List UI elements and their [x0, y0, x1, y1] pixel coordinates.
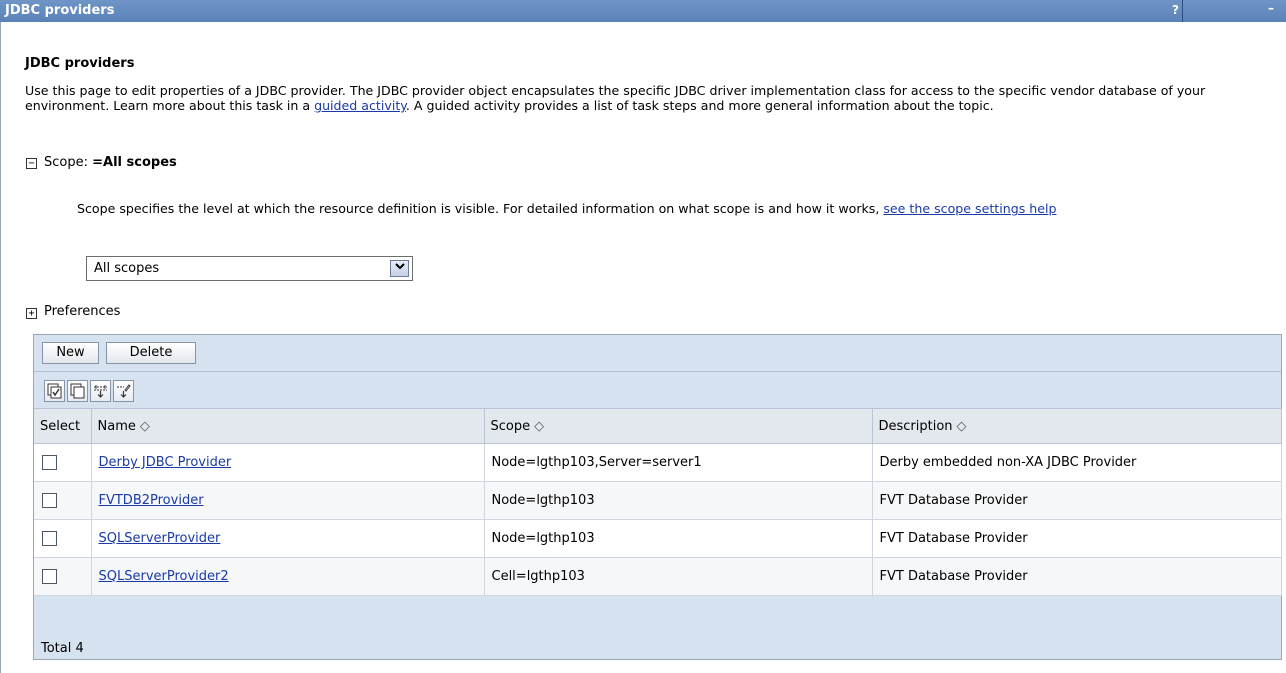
provider-name-link[interactable]: SQLServerProvider: [99, 531, 221, 546]
description-text-end: . A guided activity provides a list of t…: [405, 98, 994, 113]
scope-select-value: All scopes: [94, 261, 160, 276]
show-filter-icon[interactable]: [90, 380, 111, 402]
content-border: [0, 22, 1, 673]
column-header-description[interactable]: Description ◇: [872, 408, 1282, 444]
delete-button[interactable]: Delete: [106, 342, 196, 364]
scope-cell: Node=lgthp103: [484, 519, 873, 558]
page-description: Use this page to edit properties of a JD…: [25, 83, 1277, 113]
providers-table: Select Name ◇ Scope ◇ Description ◇ Derby J…: [34, 408, 1282, 596]
scope-header-label: Scope: [490, 418, 531, 434]
row-checkbox[interactable]: [42, 569, 57, 584]
scope-cell: Cell=lgthp103: [484, 557, 873, 596]
scope-label[interactable]: Scope: =All scopes: [44, 155, 177, 170]
scope-cell: Node=lgthp103: [484, 481, 873, 520]
table-row: Derby JDBC Provider Node=lgthp103,Server…: [34, 443, 1282, 482]
help-icon[interactable]: ?: [1172, 3, 1179, 17]
description-cell: FVT Database Provider: [872, 481, 1282, 520]
table-header-row: Select Name ◇ Scope ◇ Description ◇: [34, 408, 1282, 444]
select-cell: [34, 443, 92, 482]
column-header-select: Select: [34, 408, 92, 444]
scope-current-value: =All scopes: [92, 155, 177, 170]
preferences-label[interactable]: Preferences: [44, 304, 120, 319]
window-title: JDBC providers: [5, 3, 115, 18]
scope-select[interactable]: All scopes: [86, 256, 413, 281]
scope-cell: Node=lgthp103,Server=server1: [484, 443, 873, 482]
provider-name-link[interactable]: Derby JDBC Provider: [99, 455, 232, 470]
scope-collapse-icon[interactable]: −: [26, 158, 37, 169]
scope-help-text: Scope specifies the level at which the r…: [77, 200, 1157, 217]
select-all-icon[interactable]: [44, 380, 65, 402]
table-total: Total 4: [41, 641, 84, 656]
table-row: SQLServerProvider Node=lgthp103 FVT Data…: [34, 519, 1282, 558]
new-button[interactable]: New: [42, 342, 99, 364]
table-row: SQLServerProvider2 Cell=lgthp103 FVT Dat…: [34, 557, 1282, 596]
sort-icon[interactable]: ◇: [140, 419, 150, 434]
title-bar: JDBC providers ? –: [0, 0, 1286, 22]
row-checkbox[interactable]: [42, 531, 57, 546]
description-cell: FVT Database Provider: [872, 519, 1282, 558]
select-header-label: Select: [40, 418, 81, 434]
providers-table-panel: New Delete Select Name ◇ Scope ◇ Descrip…: [33, 334, 1282, 660]
name-cell: Derby JDBC Provider: [91, 443, 485, 482]
description-cell: FVT Database Provider: [872, 557, 1282, 596]
minimize-icon[interactable]: –: [1268, 1, 1274, 15]
table-row: FVTDB2Provider Node=lgthp103 FVT Databas…: [34, 481, 1282, 520]
provider-name-link[interactable]: SQLServerProvider2: [99, 569, 229, 584]
name-cell: SQLServerProvider: [91, 519, 485, 558]
column-header-name[interactable]: Name ◇: [91, 408, 485, 444]
preferences-expand-icon[interactable]: +: [26, 308, 37, 319]
page-title: JDBC providers: [25, 56, 135, 71]
chevron-down-icon[interactable]: [390, 260, 409, 277]
name-header-label: Name: [97, 418, 136, 434]
sort-icon[interactable]: ◇: [534, 419, 544, 434]
select-cell: [34, 519, 92, 558]
column-header-scope[interactable]: Scope ◇: [484, 408, 873, 444]
select-cell: [34, 557, 92, 596]
clear-filter-icon[interactable]: [113, 380, 134, 402]
toolbar-divider: [34, 371, 1281, 372]
scope-label-text: Scope:: [44, 155, 93, 170]
provider-name-link[interactable]: FVTDB2Provider: [99, 493, 204, 508]
row-checkbox[interactable]: [42, 455, 57, 470]
name-cell: FVTDB2Provider: [91, 481, 485, 520]
row-checkbox[interactable]: [42, 493, 57, 508]
select-cell: [34, 481, 92, 520]
deselect-all-icon[interactable]: [67, 380, 88, 402]
scope-help-body: Scope specifies the level at which the r…: [77, 201, 884, 216]
description-header-label: Description: [878, 418, 953, 434]
description-cell: Derby embedded non-XA JDBC Provider: [872, 443, 1282, 482]
name-cell: SQLServerProvider2: [91, 557, 485, 596]
sort-icon[interactable]: ◇: [957, 419, 967, 434]
guided-activity-link[interactable]: guided activity: [314, 98, 406, 113]
title-bar-divider: [1182, 0, 1183, 22]
scope-settings-help-link[interactable]: see the scope settings help: [883, 201, 1056, 216]
